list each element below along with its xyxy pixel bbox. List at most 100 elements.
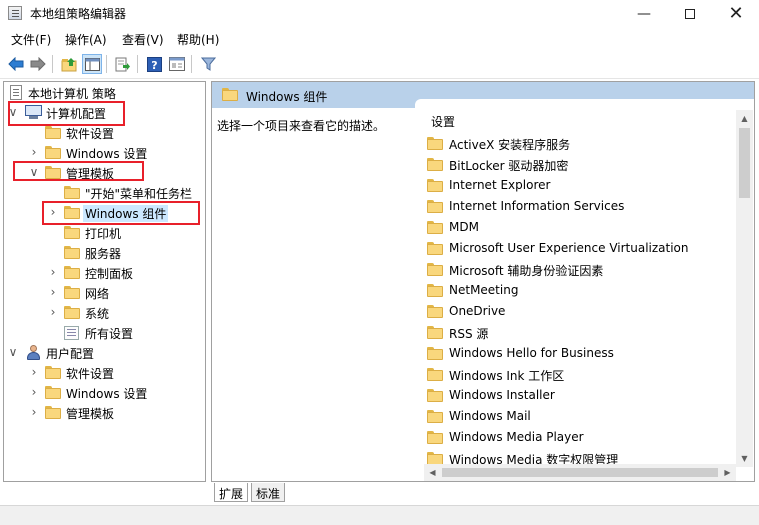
folder-icon	[427, 389, 443, 402]
tree-label: 打印机	[85, 227, 122, 241]
forward-arrow-icon	[30, 57, 46, 71]
menu-view[interactable]: 查看(V)	[122, 31, 164, 48]
tab-standard[interactable]: 标准	[251, 483, 286, 502]
list-item[interactable]: Microsoft 辅助身份验证因素	[427, 260, 732, 281]
export-list-icon	[115, 57, 130, 71]
collapsed-icon[interactable]: ›	[29, 145, 39, 159]
help-button[interactable]: ?	[144, 54, 164, 74]
list-item[interactable]: Internet Explorer	[427, 176, 732, 197]
all-settings-icon	[64, 326, 79, 340]
expanded-icon[interactable]: ∨	[8, 345, 18, 359]
list-item-label: MDM	[449, 220, 479, 234]
folder-icon	[427, 347, 443, 360]
list-item[interactable]: ActiveX 安装程序服务	[427, 134, 732, 155]
list-item[interactable]: Internet Information Services	[427, 197, 732, 218]
toolbar-separator	[137, 55, 138, 73]
show-hide-tree-button[interactable]	[82, 54, 102, 74]
filter-icon	[200, 57, 216, 71]
highlight-box-computer-config	[8, 101, 125, 126]
minimize-button[interactable]: —	[621, 0, 667, 27]
close-button[interactable]: ✕	[713, 0, 759, 27]
list-item[interactable]: Windows Hello for Business	[427, 344, 732, 365]
collapsed-icon[interactable]: ›	[48, 305, 58, 319]
svg-text:?: ?	[151, 59, 157, 72]
user-icon	[25, 345, 42, 361]
list-item-label: BitLocker 驱动器加密	[449, 159, 569, 173]
menu-bar: 文件(F) 操作(A) 查看(V) 帮助(H)	[0, 27, 759, 49]
properties-icon	[169, 57, 185, 71]
back-button[interactable]	[6, 54, 26, 74]
maximize-button[interactable]	[667, 0, 713, 27]
list-item-label: NetMeeting	[449, 283, 519, 297]
folder-icon	[427, 200, 443, 213]
tree-item-user-admin-templates[interactable]: › 管理模板	[4, 403, 204, 423]
collapsed-icon[interactable]: ›	[29, 385, 39, 399]
list-item[interactable]: Windows Media Player	[427, 428, 732, 449]
tree-item-software-settings[interactable]: 软件设置	[4, 123, 204, 143]
tab-extended[interactable]: 扩展	[214, 483, 249, 502]
list-item[interactable]: NetMeeting	[427, 281, 732, 302]
collapsed-icon[interactable]: ›	[48, 285, 58, 299]
settings-list[interactable]: 设置 ActiveX 安装程序服务 BitLocker 驱动器加密 Intern…	[415, 99, 754, 481]
tree-item-printers[interactable]: 打印机	[4, 223, 204, 243]
tree-label: 所有设置	[85, 327, 134, 341]
menu-help[interactable]: 帮助(H)	[177, 31, 219, 48]
list-item-label: Internet Explorer	[449, 178, 551, 192]
export-list-button[interactable]	[113, 54, 133, 74]
list-item-label: Windows Hello for Business	[449, 346, 614, 360]
tree-root-label: 本地计算机 策略	[28, 87, 116, 101]
tree-item-server[interactable]: 服务器	[4, 243, 204, 263]
tree-label: 系统	[85, 307, 110, 321]
details-pane: Windows 组件 选择一个项目来查看它的描述。 设置 ActiveX 安装程…	[211, 81, 755, 482]
tree-item-control-panel[interactable]: › 控制面板	[4, 263, 204, 283]
folder-icon	[222, 88, 238, 101]
scroll-left-icon[interactable]: ◀	[424, 464, 441, 481]
scroll-right-icon[interactable]: ▶	[719, 464, 736, 481]
filter-button[interactable]	[198, 54, 218, 74]
collapsed-icon[interactable]: ›	[48, 265, 58, 279]
list-item[interactable]: MDM	[427, 218, 732, 239]
tree-pane[interactable]: 本地计算机 策略 ∨ 计算机配置 软件设置 › Windows 设置 ∨ 管理模…	[3, 81, 206, 482]
scroll-up-icon[interactable]: ▲	[736, 110, 753, 127]
collapsed-icon[interactable]: ›	[29, 365, 39, 379]
horizontal-scrollbar[interactable]: ◀ ▶	[424, 464, 736, 481]
tree-item-all-settings[interactable]: 所有设置	[4, 323, 204, 343]
toolbar-separator	[191, 55, 192, 73]
tree-item-user-config[interactable]: ∨ 用户配置	[4, 343, 204, 363]
list-item[interactable]: Microsoft User Experience Virtualization	[427, 239, 732, 260]
list-item[interactable]: Windows Mail	[427, 407, 732, 428]
tree-item-windows-settings[interactable]: › Windows 设置	[4, 143, 204, 163]
tree-item-start-menu[interactable]: "开始"菜单和任务栏	[4, 183, 204, 203]
show-hide-tree-icon	[84, 57, 100, 71]
maximize-icon	[685, 8, 695, 19]
highlight-box-windows-components	[42, 201, 200, 225]
window-title: 本地组策略编辑器	[30, 7, 127, 21]
column-header-setting[interactable]: 设置	[431, 113, 455, 130]
tree-item-system[interactable]: › 系统	[4, 303, 204, 323]
horizontal-scroll-thumb[interactable]	[442, 468, 718, 477]
menu-action[interactable]: 操作(A)	[65, 31, 107, 48]
forward-button[interactable]	[28, 54, 48, 74]
list-item[interactable]: Windows Installer	[427, 386, 732, 407]
list-item[interactable]: RSS 源	[427, 323, 732, 344]
vertical-scroll-thumb[interactable]	[739, 128, 750, 198]
folder-icon	[427, 221, 443, 234]
collapsed-icon[interactable]: ›	[29, 405, 39, 419]
list-item-label: Windows Ink 工作区	[449, 369, 565, 383]
properties-button[interactable]	[167, 54, 187, 74]
tree-root[interactable]: 本地计算机 策略	[4, 83, 204, 103]
list-item[interactable]: OneDrive	[427, 302, 732, 323]
up-button[interactable]	[59, 54, 79, 74]
tree-item-user-software-settings[interactable]: › 软件设置	[4, 363, 204, 383]
folder-icon	[64, 226, 80, 239]
toolbar-separator	[52, 55, 53, 73]
scroll-down-icon[interactable]: ▼	[736, 450, 753, 467]
folder-icon	[45, 386, 61, 399]
folder-icon	[64, 266, 80, 279]
tree-item-network[interactable]: › 网络	[4, 283, 204, 303]
list-item[interactable]: BitLocker 驱动器加密	[427, 155, 732, 176]
list-item[interactable]: Windows Ink 工作区	[427, 365, 732, 386]
vertical-scrollbar[interactable]: ▲ ▼	[736, 110, 753, 467]
menu-file[interactable]: 文件(F)	[11, 31, 51, 48]
tree-item-user-windows-settings[interactable]: › Windows 设置	[4, 383, 204, 403]
